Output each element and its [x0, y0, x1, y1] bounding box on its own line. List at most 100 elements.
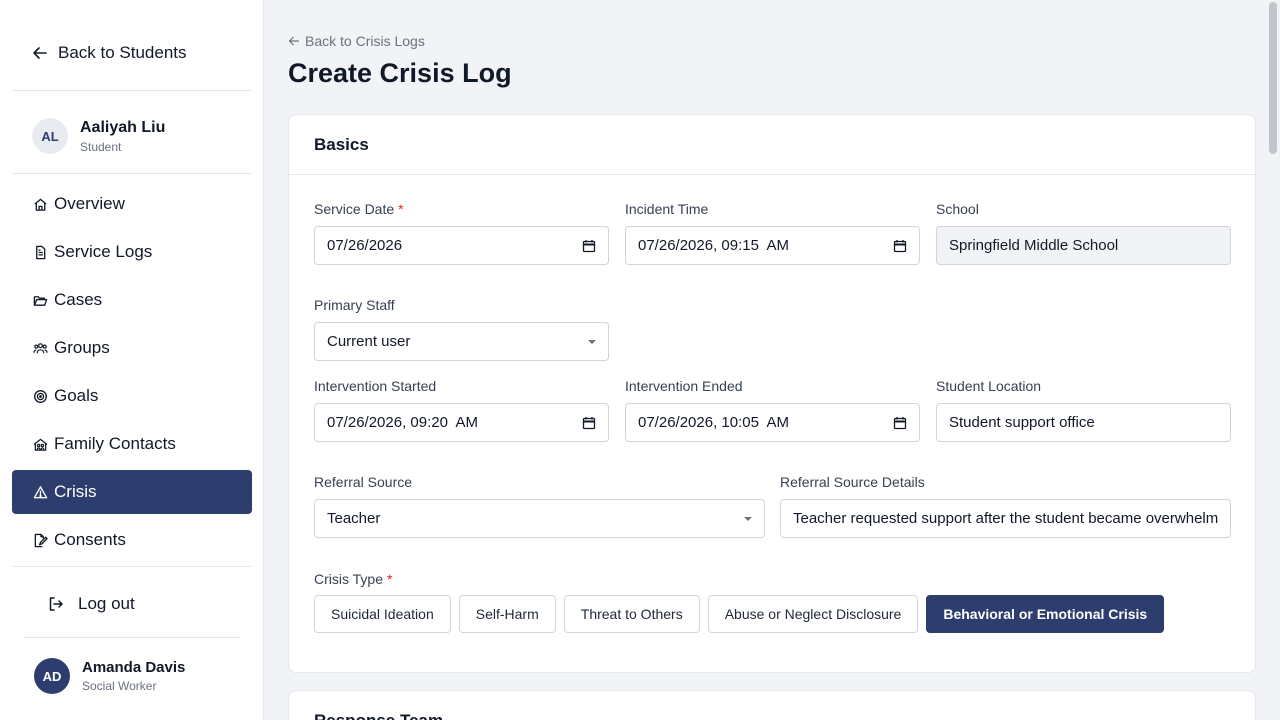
- school-field: School Springfield Middle School: [936, 201, 1231, 265]
- user-role: Social Worker: [82, 679, 157, 693]
- sidebar-nav: Overview Service Logs Cases Groups Goals…: [12, 182, 252, 566]
- service-date-label: Service Date *: [314, 201, 404, 217]
- sidebar-divider: [12, 90, 252, 91]
- intervention-ended-value: 07/26/2026, 10:05 AM: [638, 414, 789, 431]
- service-date-value: 07/26/2026: [327, 237, 403, 254]
- incident-time-label: Incident Time: [625, 201, 709, 217]
- student-location-field: Student Location Student support office: [936, 378, 1231, 442]
- sidebar-item-groups[interactable]: Groups: [12, 326, 252, 370]
- basics-heading: Basics: [289, 115, 1255, 175]
- student-location-input[interactable]: Student support office: [936, 403, 1231, 442]
- school-input: Springfield Middle School: [936, 226, 1231, 265]
- referral-details-value: Teacher requested support after the stud…: [793, 510, 1219, 527]
- crisis-type-label: Crisis Type *: [314, 571, 393, 587]
- referral-details-input[interactable]: Teacher requested support after the stud…: [780, 499, 1231, 538]
- crisis-type-options: Suicidal Ideation Self-Harm Threat to Ot…: [314, 595, 1165, 633]
- incident-time-value: 07/26/2026, 09:15 AM: [638, 237, 789, 254]
- sidebar-item-service-logs[interactable]: Service Logs: [12, 230, 252, 274]
- student-avatar: AL: [32, 118, 68, 154]
- primary-staff-field: Primary Staff Current user: [314, 297, 609, 361]
- student-name: Aaliyah Liu: [80, 118, 166, 136]
- logout-label: Log out: [78, 594, 135, 613]
- referral-source-select[interactable]: Teacher: [314, 499, 765, 538]
- target-icon: [34, 389, 47, 403]
- sidebar-item-goals[interactable]: Goals: [12, 374, 252, 418]
- calendar-icon[interactable]: [893, 416, 907, 430]
- sidebar-item-crisis[interactable]: Crisis: [12, 470, 252, 514]
- folder-icon: [33, 295, 48, 306]
- page-scrollbar[interactable]: [1266, 0, 1280, 720]
- intervention-started-input[interactable]: 07/26/2026, 09:20 AM: [314, 403, 609, 442]
- sidebar-item-label: Groups: [54, 338, 110, 357]
- student-profile: AL Aaliyah Liu Student: [32, 118, 165, 154]
- sidebar-item-label: Goals: [54, 386, 99, 405]
- student-location-label: Student Location: [936, 378, 1042, 394]
- logout-button[interactable]: Log out: [48, 594, 135, 614]
- chevron-down-icon: [744, 516, 752, 521]
- intervention-started-value: 07/26/2026, 09:20 AM: [327, 414, 478, 431]
- crisis-type-option-selected[interactable]: Behavioral or Emotional Crisis: [926, 595, 1165, 633]
- referral-details-field: Referral Source Details Teacher requeste…: [780, 474, 1231, 538]
- referral-source-value: Teacher: [327, 510, 381, 527]
- sidebar-item-label: Service Logs: [54, 242, 153, 261]
- calendar-icon[interactable]: [893, 239, 907, 253]
- sidebar-item-label: Family Contacts: [54, 434, 176, 453]
- calendar-icon[interactable]: [582, 416, 596, 430]
- required-mark: *: [386, 571, 393, 587]
- school-value: Springfield Middle School: [949, 237, 1119, 254]
- intervention-started-label: Intervention Started: [314, 378, 437, 394]
- arrow-left-icon: [33, 47, 47, 59]
- referral-source-label: Referral Source: [314, 474, 413, 490]
- service-date-field: Service Date * 07/26/2026: [314, 201, 609, 265]
- sidebar-item-label: Overview: [54, 194, 125, 213]
- crisis-type-option[interactable]: Threat to Others: [563, 595, 700, 633]
- signature-icon: [34, 533, 48, 547]
- warning-icon: [33, 485, 48, 498]
- required-mark: *: [398, 201, 404, 217]
- page-title: Create Crisis Log: [288, 58, 512, 88]
- response-team-card: Response Team: [288, 690, 1256, 720]
- arrow-left-icon: [288, 36, 300, 46]
- family-icon: [33, 438, 48, 451]
- sidebar-divider: [24, 637, 240, 638]
- crisis-type-option[interactable]: Self-Harm: [458, 595, 556, 633]
- student-location-value: Student support office: [949, 414, 1095, 431]
- incident-time-field: Incident Time 07/26/2026, 09:15 AM: [625, 201, 920, 265]
- intervention-ended-input[interactable]: 07/26/2026, 10:05 AM: [625, 403, 920, 442]
- calendar-icon[interactable]: [582, 239, 596, 253]
- back-to-crisis-logs-link[interactable]: Back to Crisis Logs: [288, 33, 425, 49]
- sidebar-item-label: Crisis: [54, 482, 97, 501]
- sidebar-item-cases[interactable]: Cases: [12, 278, 252, 322]
- sidebar-item-overview[interactable]: Overview: [12, 182, 252, 226]
- home-icon: [34, 198, 47, 211]
- chevron-down-icon: [588, 339, 596, 344]
- crisis-type-option[interactable]: Suicidal Ideation: [314, 595, 451, 633]
- sidebar-item-label: Cases: [54, 290, 103, 309]
- user-avatar: AD: [34, 658, 70, 694]
- primary-staff-value: Current user: [327, 333, 411, 350]
- sidebar-item-family-contacts[interactable]: Family Contacts: [12, 422, 252, 466]
- sidebar-divider: [12, 566, 252, 567]
- back-to-students-link[interactable]: Back to Students: [32, 43, 187, 63]
- basics-card: Basics Service Date * 07/26/2026 Incident…: [288, 114, 1256, 673]
- back-to-students-label: Back to Students: [58, 43, 187, 62]
- breadcrumb-label: Back to Crisis Logs: [305, 33, 425, 49]
- sidebar-divider: [12, 173, 252, 174]
- user-name: Amanda Davis: [82, 659, 186, 676]
- crisis-type-option[interactable]: Abuse or Neglect Disclosure: [707, 595, 919, 633]
- service-date-input[interactable]: 07/26/2026: [314, 226, 609, 265]
- referral-details-label: Referral Source Details: [780, 474, 925, 490]
- sidebar: Back to Students AL Aaliyah Liu Student …: [0, 0, 264, 720]
- incident-time-input[interactable]: 07/26/2026, 09:15 AM: [625, 226, 920, 265]
- student-role: Student: [80, 139, 122, 154]
- scrollbar-thumb[interactable]: [1269, 2, 1277, 154]
- primary-staff-label: Primary Staff: [314, 297, 395, 313]
- school-label: School: [936, 201, 979, 217]
- document-icon: [36, 245, 46, 259]
- sidebar-item-consents[interactable]: Consents: [12, 518, 252, 562]
- primary-staff-select[interactable]: Current user: [314, 322, 609, 361]
- logout-icon: [49, 597, 63, 611]
- referral-source-field: Referral Source Teacher: [314, 474, 765, 538]
- current-user: AD Amanda Davis Social Worker: [34, 658, 185, 694]
- intervention-ended-label: Intervention Ended: [625, 378, 743, 394]
